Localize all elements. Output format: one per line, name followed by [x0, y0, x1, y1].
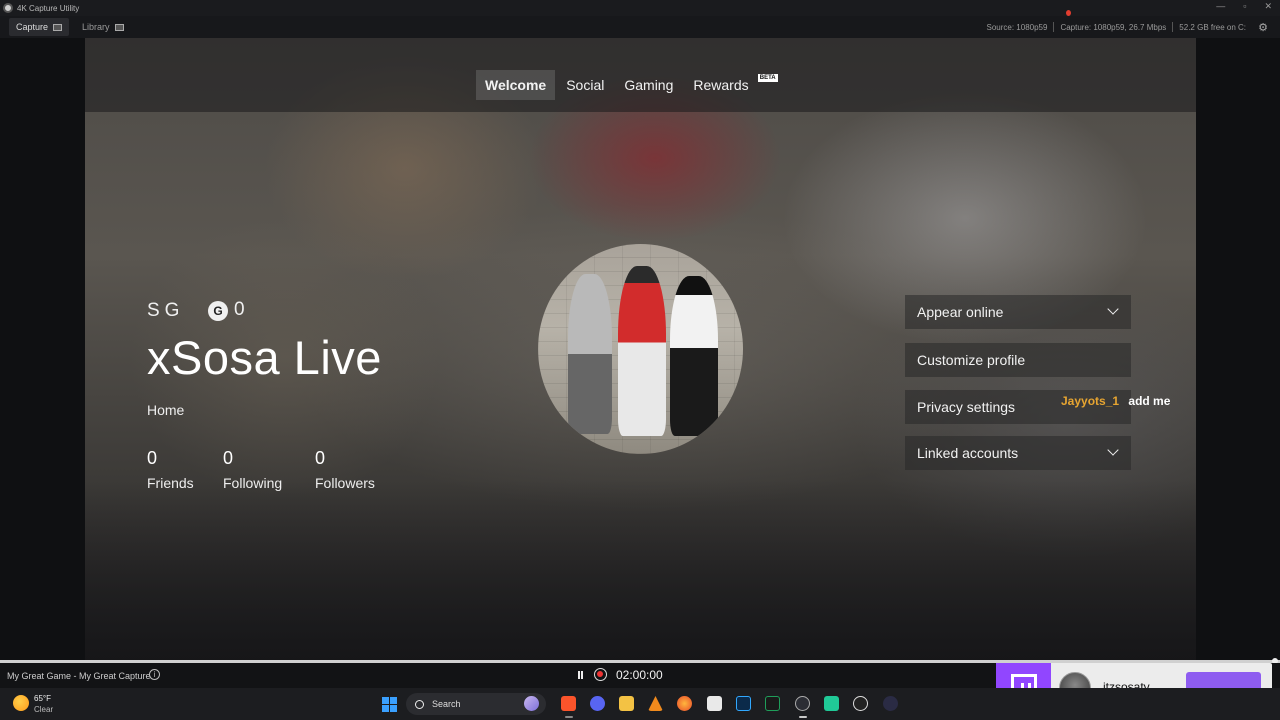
- record-icon[interactable]: [594, 668, 607, 681]
- source-status: Source: 1080p59: [986, 22, 1048, 32]
- tab-rewards[interactable]: Rewards BETA: [684, 70, 778, 100]
- profile-name: xSosa Live: [147, 331, 382, 384]
- avatar-person: [670, 276, 718, 436]
- beta-badge: BETA: [757, 74, 778, 82]
- brave-browser-icon[interactable]: [561, 696, 576, 711]
- capcut-icon[interactable]: [824, 696, 839, 711]
- tab-capture[interactable]: Capture: [9, 18, 70, 36]
- close-icon[interactable]: ✕: [1264, 1, 1272, 12]
- minimize-icon[interactable]: —: [1216, 1, 1225, 12]
- tab-library[interactable]: Library: [75, 18, 131, 36]
- menu-label: Appear online: [917, 304, 1004, 320]
- stat-label: Friends: [147, 475, 194, 491]
- file-explorer-icon[interactable]: [619, 696, 634, 711]
- profile-avatar[interactable]: [538, 244, 743, 454]
- excel-icon[interactable]: [765, 696, 780, 711]
- search-icon: [415, 699, 424, 709]
- library-icon: [114, 23, 124, 31]
- bottom-backdrop: [85, 480, 1196, 660]
- photoshop-icon[interactable]: [736, 696, 751, 711]
- pause-icon[interactable]: [578, 671, 583, 679]
- avatar-person: [568, 274, 612, 434]
- tab-welcome[interactable]: Welcome: [476, 70, 556, 100]
- stat-following[interactable]: 0 Following: [223, 448, 282, 491]
- profile-location: Home: [147, 402, 185, 418]
- running-indicator: [565, 716, 573, 718]
- capture-format-status: Capture: 1080p59, 26.7 Mbps: [1060, 22, 1167, 32]
- title-bar: 4K Capture Utility — ▫ ✕: [0, 0, 1280, 16]
- avatar-person: [618, 266, 666, 436]
- notepad-icon[interactable]: [707, 696, 722, 711]
- profile-nav: Welcome Social Gaming Rewards BETA: [476, 70, 778, 100]
- menu-label: Customize profile: [917, 352, 1026, 368]
- storage-status: 52.2 GB free on C:: [1179, 22, 1246, 32]
- divider: [1172, 22, 1174, 32]
- 4k-capture-icon[interactable]: [795, 696, 810, 711]
- weather-icon[interactable]: [13, 695, 29, 711]
- tab-capture-label: Capture: [16, 22, 49, 32]
- stat-value: 0: [223, 448, 234, 468]
- media-player-icon[interactable]: [853, 696, 868, 711]
- discord-icon[interactable]: [590, 696, 605, 711]
- capture-name: My Great Game - My Great Capture: [7, 671, 151, 681]
- stat-label: Followers: [315, 475, 375, 491]
- linked-accounts-dropdown[interactable]: Linked accounts: [905, 436, 1131, 470]
- firefox-icon[interactable]: [677, 696, 692, 711]
- maximize-icon[interactable]: ▫: [1243, 1, 1246, 12]
- recording-timer: 02:00:00: [616, 668, 663, 682]
- app-logo-icon: [3, 3, 13, 13]
- tab-social[interactable]: Social: [557, 70, 613, 100]
- tab-rewards-label: Rewards: [693, 77, 749, 93]
- windows-start-icon[interactable]: [382, 697, 397, 712]
- capture-icon: [53, 23, 63, 31]
- gamerscore-icon: G: [208, 301, 228, 321]
- vlc-icon[interactable]: [648, 696, 663, 711]
- settings-icon[interactable]: [883, 696, 898, 711]
- profile-initials: SG: [147, 300, 185, 321]
- tab-gaming[interactable]: Gaming: [615, 70, 682, 100]
- stat-value: 0: [147, 448, 158, 468]
- app-toolbar: Capture Library Source: 1080p59 Capture:…: [0, 16, 1280, 38]
- chat-username: Jayyots_1: [1061, 394, 1120, 408]
- customize-profile-button[interactable]: Customize profile: [905, 343, 1131, 377]
- info-icon[interactable]: i: [149, 669, 160, 680]
- weather-condition: Clear: [34, 705, 54, 714]
- tab-library-label: Library: [82, 22, 110, 32]
- menu-label: Privacy settings: [917, 399, 1016, 415]
- appear-online-dropdown[interactable]: Appear online: [905, 295, 1131, 329]
- stat-followers[interactable]: 0 Followers: [315, 448, 375, 491]
- chat-text: add me: [1128, 394, 1171, 408]
- capture-preview: Welcome Social Gaming Rewards BETA SG G …: [85, 38, 1196, 660]
- stat-label: Following: [223, 475, 283, 491]
- stat-friends[interactable]: 0 Friends: [147, 448, 194, 491]
- chevron-down-icon: [1107, 303, 1119, 315]
- chat-message: Jayyots_1 add me: [1061, 394, 1170, 408]
- window-controls: — ▫ ✕: [1216, 1, 1272, 12]
- weather-temperature: 65°F: [34, 694, 51, 703]
- chevron-down-icon: [1107, 444, 1119, 456]
- menu-label: Linked accounts: [917, 445, 1019, 461]
- search-label: Search: [432, 699, 461, 709]
- running-indicator: [799, 716, 807, 718]
- gamerscore-value: 0: [234, 299, 245, 320]
- divider: [1053, 22, 1055, 32]
- gear-icon[interactable]: ⚙: [1258, 21, 1268, 34]
- pigeon-icon[interactable]: [524, 696, 539, 711]
- stat-value: 0: [315, 448, 326, 468]
- window-title: 4K Capture Utility: [17, 3, 80, 13]
- taskbar: 65°F Clear Search: [0, 688, 1280, 720]
- capture-status: Source: 1080p59 Capture: 1080p59, 26.7 M…: [986, 16, 1246, 38]
